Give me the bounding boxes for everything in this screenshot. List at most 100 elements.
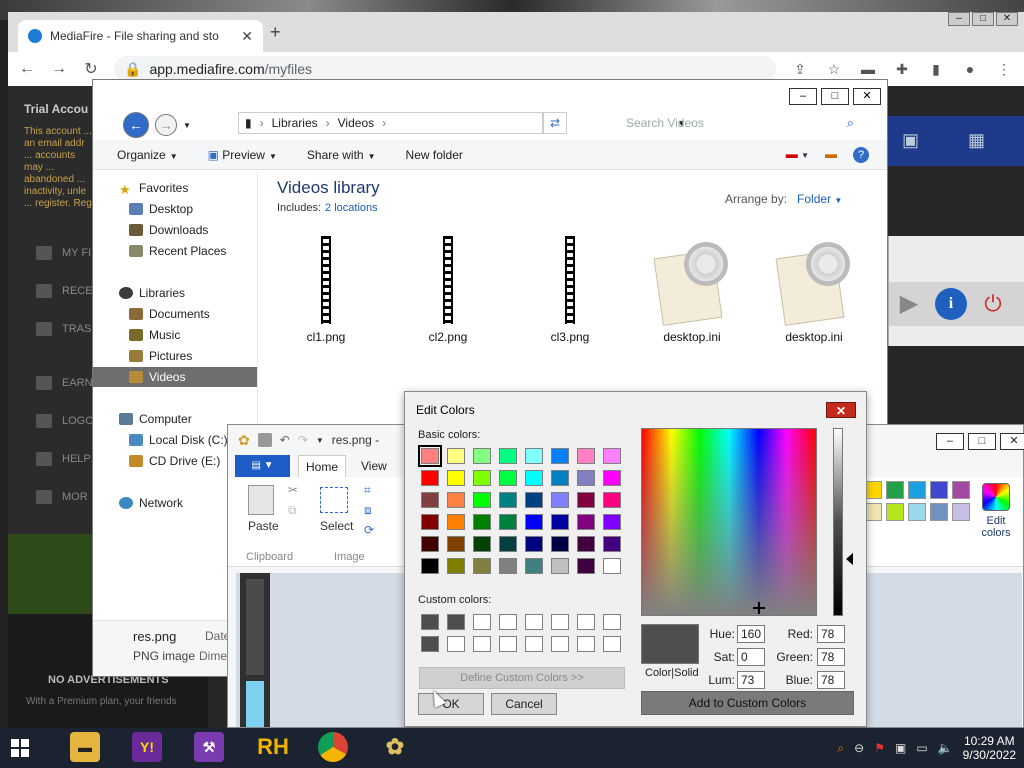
select-button-label[interactable]: Select (320, 519, 353, 533)
custom-color-swatch[interactable] (525, 614, 543, 630)
tab-close-icon[interactable]: ✕ (241, 28, 253, 45)
nav-documents[interactable]: Documents (93, 304, 257, 324)
crop-icon[interactable]: ⌗ (364, 483, 371, 498)
green-field[interactable]: 78 (817, 648, 845, 666)
select-tool-icon[interactable] (320, 487, 348, 513)
tab-view[interactable]: View (361, 455, 387, 477)
extension-flag-icon[interactable]: ▬ (858, 61, 878, 77)
nav-favorites[interactable]: ★ Favorites (93, 178, 257, 198)
close-icon[interactable]: ✕ (996, 12, 1018, 26)
basic-color-swatch[interactable] (499, 448, 517, 464)
nav-help[interactable]: HELP (36, 452, 91, 466)
build-tool-taskbar-icon[interactable]: ⚒ (194, 732, 224, 762)
close-icon[interactable]: ✕ (1000, 433, 1024, 450)
basic-color-swatch[interactable] (525, 514, 543, 530)
basic-color-swatch[interactable] (525, 448, 543, 464)
basic-color-swatch[interactable] (603, 514, 621, 530)
basic-color-swatch[interactable] (421, 492, 439, 508)
file-item[interactable]: cl1.png (271, 236, 381, 344)
search-tray-icon[interactable]: ⌕ (837, 741, 844, 756)
basic-color-swatch[interactable] (603, 492, 621, 508)
breadcrumb-videos[interactable]: Videos (338, 116, 374, 130)
forward-arrow-icon[interactable]: → (50, 60, 68, 78)
copy-icon[interactable]: ⧉ (288, 503, 297, 518)
palette-swatch[interactable] (930, 481, 948, 499)
custom-color-swatch[interactable] (447, 636, 465, 652)
palette-swatch[interactable] (952, 481, 970, 499)
custom-color-swatch[interactable] (447, 614, 465, 630)
basic-color-swatch[interactable] (525, 558, 543, 574)
palette-swatch[interactable] (886, 503, 904, 521)
maximize-icon[interactable]: □ (821, 88, 849, 105)
locations-link[interactable]: 2 locations (325, 202, 378, 214)
palette-swatch[interactable] (930, 503, 948, 521)
nav-videos[interactable]: Videos (93, 367, 257, 387)
share-with-button[interactable]: Share with ▼ (307, 148, 376, 162)
nav-my-files[interactable]: MY FI (36, 246, 91, 260)
file-explorer-taskbar-icon[interactable]: ▬ (70, 732, 100, 762)
quick-access-dropdown-icon[interactable]: ▼ (316, 436, 324, 445)
basic-color-swatch[interactable] (473, 470, 491, 486)
custom-color-swatch[interactable] (473, 636, 491, 652)
preview-pane-icon[interactable]: ▬ (825, 147, 837, 163)
color-spectrum-picker[interactable] (641, 428, 817, 616)
nav-logout[interactable]: LOGO (36, 414, 94, 428)
paint-taskbar-icon[interactable]: ✿ (380, 732, 410, 762)
cancel-button[interactable]: Cancel (491, 693, 557, 715)
breadcrumb-libraries[interactable]: Libraries (272, 116, 318, 130)
basic-color-swatch[interactable] (499, 514, 517, 530)
back-arrow-icon[interactable]: ← (18, 60, 36, 78)
basic-color-swatch[interactable] (551, 536, 569, 552)
bookmark-star-icon[interactable]: ☆ (824, 61, 844, 78)
define-custom-colors-button[interactable]: Define Custom Colors >> (419, 667, 625, 689)
paste-clipboard-icon[interactable] (248, 485, 274, 515)
file-item[interactable]: cl2.png (393, 236, 503, 344)
new-folder-icon[interactable]: ▣ (902, 130, 919, 151)
basic-color-swatch[interactable] (418, 445, 442, 467)
custom-color-swatch[interactable] (577, 636, 595, 652)
basic-color-swatch[interactable] (421, 536, 439, 552)
basic-color-swatch[interactable] (499, 492, 517, 508)
basic-color-swatch[interactable] (551, 448, 569, 464)
palette-swatch[interactable] (952, 503, 970, 521)
minimize-icon[interactable]: – (948, 12, 970, 26)
custom-color-swatch[interactable] (473, 614, 491, 630)
basic-color-swatch[interactable] (525, 492, 543, 508)
close-icon[interactable]: ✕ (853, 88, 881, 105)
file-item[interactable]: desktop.ini (759, 236, 869, 344)
refresh-icon[interactable]: ⇄ (543, 112, 567, 134)
hue-field[interactable]: 160 (737, 625, 765, 643)
side-panel-icon[interactable]: ▮ (926, 61, 946, 78)
custom-color-swatch[interactable] (603, 636, 621, 652)
custom-color-swatch[interactable] (603, 614, 621, 630)
spectrum-crosshair-icon[interactable] (753, 602, 765, 614)
ok-button[interactable]: OK (418, 693, 484, 715)
rotate-icon[interactable]: ⟳ (364, 523, 374, 537)
custom-color-swatch[interactable] (551, 636, 569, 652)
basic-color-swatch[interactable] (473, 492, 491, 508)
dialog-close-button[interactable]: ✕ (826, 402, 856, 418)
basic-color-swatch[interactable] (551, 514, 569, 530)
file-item[interactable]: cl3.png (515, 236, 625, 344)
minus-tray-icon[interactable]: ⊖ (854, 741, 864, 755)
red-field[interactable]: 78 (817, 625, 845, 643)
cut-icon[interactable]: ✂ (288, 483, 298, 497)
grid-view-icon[interactable]: ▦ (968, 130, 985, 151)
save-icon[interactable] (257, 433, 272, 447)
basic-color-swatch[interactable] (447, 492, 465, 508)
forward-arrow-icon[interactable]: → (155, 114, 177, 136)
redo-icon[interactable]: ↷ (298, 433, 308, 447)
basic-color-swatch[interactable] (525, 470, 543, 486)
nav-recent[interactable]: RECE (36, 284, 93, 298)
nav-recent-places[interactable]: Recent Places (93, 241, 257, 261)
custom-color-swatch[interactable] (421, 636, 439, 652)
custom-color-swatch[interactable] (421, 614, 439, 630)
chrome-tab[interactable]: MediaFire - File sharing and sto ✕ (18, 20, 263, 52)
basic-color-swatch[interactable] (603, 558, 621, 574)
basic-color-swatch[interactable] (577, 470, 595, 486)
basic-color-swatch[interactable] (499, 536, 517, 552)
nav-desktop[interactable]: Desktop (93, 199, 257, 219)
power-icon[interactable]: ⏻ (977, 288, 1009, 320)
basic-color-swatch[interactable] (603, 470, 621, 486)
explorer-breadcrumb[interactable]: ▮ › Libraries › Videos › ▼ (238, 112, 686, 134)
